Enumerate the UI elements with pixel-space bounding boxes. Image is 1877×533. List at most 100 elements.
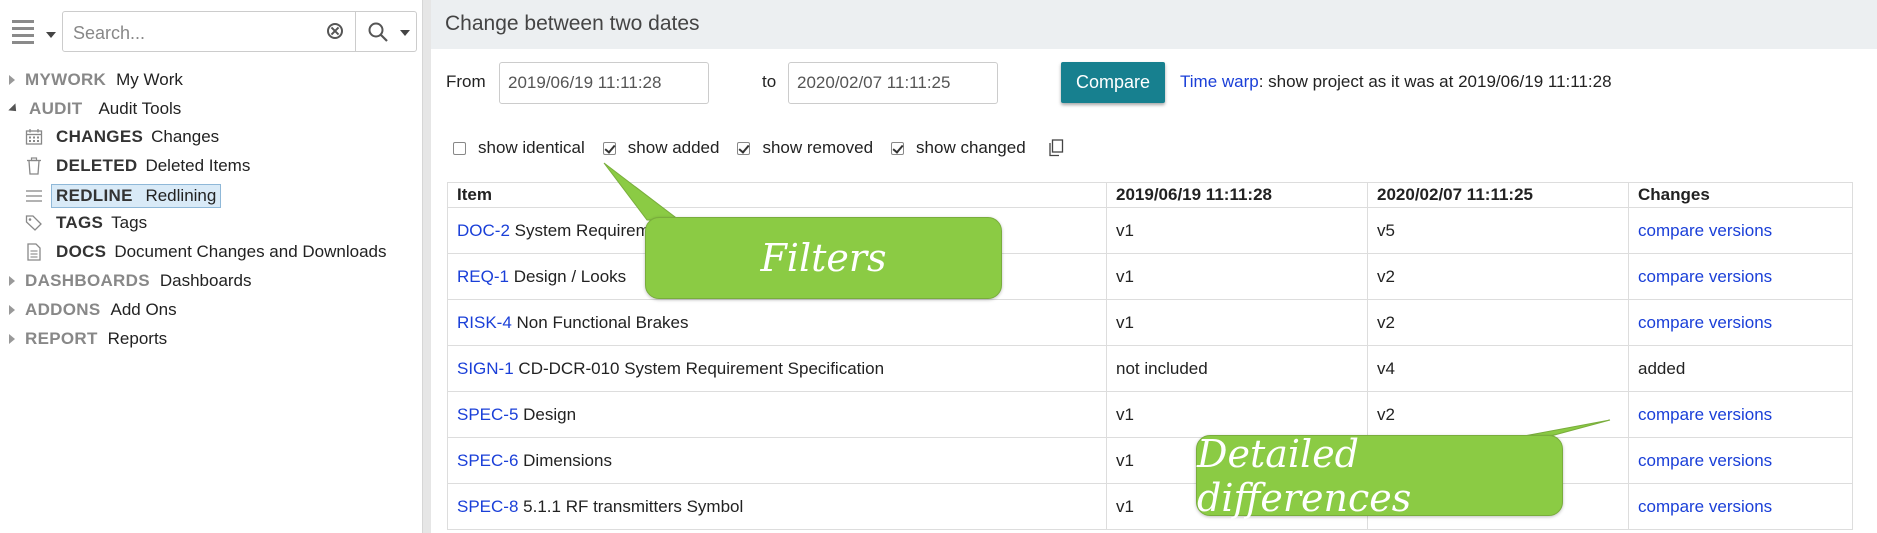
tree-group-audit[interactable]: AUDIT Audit Tools bbox=[8, 99, 181, 119]
search-icon[interactable] bbox=[367, 21, 389, 43]
main-panel: Change between two dates From to Compare… bbox=[431, 0, 1877, 533]
column-header-to-date[interactable]: 2020/02/07 11:11:25 bbox=[1367, 182, 1629, 208]
column-header-from-date[interactable]: 2019/06/19 11:11:28 bbox=[1106, 182, 1368, 208]
collapse-icon bbox=[8, 103, 20, 115]
document-icon bbox=[27, 243, 41, 261]
group-label: My Work bbox=[116, 70, 183, 89]
details-callout: Detailed differences bbox=[1196, 432, 1563, 520]
changes-cell: compare versions bbox=[1628, 391, 1853, 438]
copy-icon[interactable] bbox=[1048, 139, 1064, 157]
timewarp-text: : show project as it was at 2019/06/19 1… bbox=[1258, 72, 1612, 91]
page-title: Change between two dates bbox=[445, 12, 700, 35]
item-id-link[interactable]: DOC-2 bbox=[457, 221, 510, 240]
item-code: DOCS bbox=[56, 242, 107, 261]
compare-versions-link[interactable]: compare versions bbox=[1638, 313, 1772, 332]
changes-cell: added bbox=[1628, 345, 1853, 392]
item-id-link[interactable]: SPEC-6 bbox=[457, 451, 518, 470]
chevron-down-icon bbox=[46, 32, 56, 38]
search-box bbox=[62, 11, 417, 52]
list-lines-icon bbox=[26, 190, 42, 202]
timewarp-link[interactable]: Time warp bbox=[1180, 72, 1259, 91]
from-version-cell: v1 bbox=[1106, 207, 1368, 254]
search-input[interactable] bbox=[71, 20, 325, 46]
item-label: Document Changes and Downloads bbox=[114, 242, 387, 261]
filter-bar: show identical show added show removed s… bbox=[453, 138, 1064, 158]
column-header-item[interactable]: Item bbox=[447, 182, 1107, 208]
tree-item-docs[interactable]: DOCS Document Changes and Downloads bbox=[25, 242, 387, 262]
sidebar: MYWORK My Work AUDIT Audit Tools CHANGES… bbox=[0, 0, 422, 533]
changes-cell: compare versions bbox=[1628, 299, 1853, 346]
tree-group-mywork[interactable]: MYWORK My Work bbox=[9, 70, 183, 90]
trash-icon bbox=[27, 157, 41, 175]
group-label: Add Ons bbox=[110, 300, 177, 319]
tree-item-changes[interactable]: CHANGES Changes bbox=[25, 127, 219, 147]
item-label: Deleted Items bbox=[145, 156, 251, 175]
selected-highlight: REDLINE Redlining bbox=[51, 184, 222, 208]
item-title: Dimensions bbox=[523, 450, 612, 470]
tree-item-redline[interactable]: REDLINE Redlining bbox=[25, 184, 222, 208]
item-label: Changes bbox=[151, 127, 220, 146]
tree-item-tags[interactable]: TAGS Tags bbox=[25, 213, 147, 233]
table-row: SPEC-5 Design v1 v2 compare versions bbox=[447, 391, 1853, 438]
search-options-chevron-icon[interactable] bbox=[400, 30, 410, 36]
compare-versions-link[interactable]: compare versions bbox=[1638, 221, 1772, 240]
group-code: AUDIT bbox=[29, 99, 83, 118]
item-label: Redlining bbox=[145, 186, 217, 205]
callout-pointer bbox=[603, 162, 681, 221]
item-id-link[interactable]: SPEC-5 bbox=[457, 405, 518, 424]
expand-icon bbox=[9, 75, 15, 85]
tree-group-addons[interactable]: ADDONS Add Ons bbox=[9, 300, 177, 320]
compare-versions-link[interactable]: compare versions bbox=[1638, 267, 1772, 286]
item-cell: RISK-4 Non Functional Brakes bbox=[447, 299, 1107, 346]
group-code: REPORT bbox=[25, 329, 98, 348]
sidebar-splitter[interactable] bbox=[422, 0, 431, 533]
compare-versions-link[interactable]: compare versions bbox=[1638, 405, 1772, 424]
page-header: Change between two dates bbox=[431, 0, 1877, 49]
from-version-cell: v1 bbox=[1106, 253, 1368, 300]
item-id-link[interactable]: SPEC-8 bbox=[457, 497, 518, 516]
show-added-checkbox[interactable] bbox=[602, 141, 616, 155]
show-identical-label: show identical bbox=[478, 138, 585, 157]
item-title: Design bbox=[523, 404, 577, 424]
group-code: MYWORK bbox=[25, 70, 107, 89]
to-version-cell: v4 bbox=[1367, 345, 1629, 392]
item-label: Tags bbox=[111, 213, 148, 232]
item-cell: SPEC-6 Dimensions bbox=[447, 437, 1107, 484]
compare-versions-link[interactable]: compare versions bbox=[1638, 497, 1772, 516]
compare-versions-link[interactable]: compare versions bbox=[1638, 451, 1772, 470]
to-version-cell: v2 bbox=[1367, 253, 1629, 300]
show-removed-checkbox[interactable] bbox=[737, 141, 751, 155]
item-title: Design / Looks bbox=[513, 266, 627, 286]
tree-group-report[interactable]: REPORT Reports bbox=[9, 329, 167, 349]
item-id-link[interactable]: RISK-4 bbox=[457, 313, 512, 332]
change-status: added bbox=[1638, 358, 1686, 378]
group-label: Reports bbox=[107, 329, 168, 348]
item-code: CHANGES bbox=[56, 127, 144, 146]
item-title: 5.1.1 RF transmitters Symbol bbox=[523, 496, 744, 516]
item-title: Non Functional Brakes bbox=[516, 312, 689, 332]
show-identical-checkbox[interactable] bbox=[453, 141, 466, 155]
from-label: From bbox=[446, 72, 486, 91]
to-version-cell: v5 bbox=[1367, 207, 1629, 254]
compare-button[interactable]: Compare bbox=[1061, 62, 1165, 103]
item-id-link[interactable]: REQ-1 bbox=[457, 267, 509, 286]
to-version-cell: v2 bbox=[1367, 299, 1629, 346]
menu-toggle-button[interactable] bbox=[10, 18, 56, 48]
item-title: CD-DCR-010 System Requirement Specificat… bbox=[518, 358, 885, 378]
changes-cell: compare versions bbox=[1628, 253, 1853, 300]
to-date-input[interactable] bbox=[788, 62, 998, 104]
changes-cell: compare versions bbox=[1628, 483, 1853, 530]
tree-item-deleted[interactable]: DELETED Deleted Items bbox=[25, 156, 250, 176]
to-label: to bbox=[762, 72, 777, 91]
clear-icon[interactable] bbox=[327, 23, 343, 39]
item-cell: SIGN-1 CD-DCR-010 System Requirement Spe… bbox=[447, 345, 1107, 392]
tree-group-dashboards[interactable]: DASHBOARDS Dashboards bbox=[9, 271, 252, 291]
column-header-changes[interactable]: Changes bbox=[1628, 182, 1853, 208]
expand-icon bbox=[9, 276, 15, 286]
item-id-link[interactable]: SIGN-1 bbox=[457, 359, 514, 378]
show-changed-checkbox[interactable] bbox=[891, 141, 905, 155]
from-date-input[interactable] bbox=[499, 62, 709, 104]
show-added-label: show added bbox=[627, 138, 720, 157]
group-label: Dashboards bbox=[159, 271, 252, 290]
item-code: TAGS bbox=[56, 213, 104, 232]
